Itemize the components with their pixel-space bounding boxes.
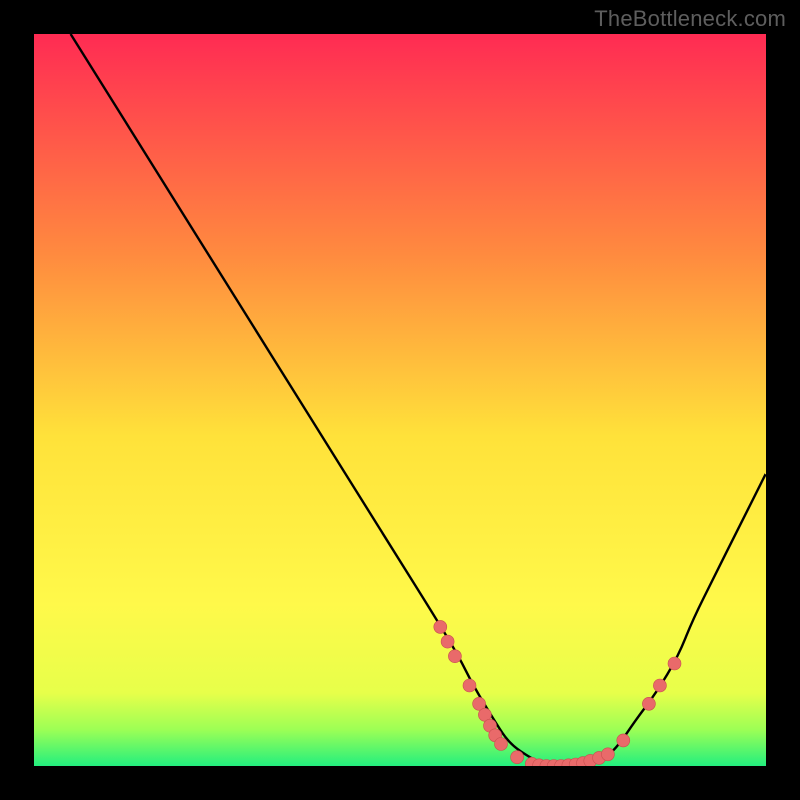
watermark-text: TheBottleneck.com — [594, 6, 786, 32]
data-marker — [511, 751, 524, 764]
data-marker — [668, 657, 681, 670]
data-marker — [617, 734, 630, 747]
data-marker — [642, 697, 655, 710]
plot-area — [34, 34, 766, 766]
chart-stage: TheBottleneck.com — [0, 0, 800, 800]
data-marker — [653, 679, 666, 692]
data-marker — [434, 620, 447, 633]
data-marker — [601, 748, 614, 761]
data-marker — [441, 635, 454, 648]
data-marker — [495, 738, 508, 751]
gradient-background — [34, 34, 766, 766]
data-marker — [463, 679, 476, 692]
bottleneck-chart — [34, 34, 766, 766]
data-marker — [448, 650, 461, 663]
